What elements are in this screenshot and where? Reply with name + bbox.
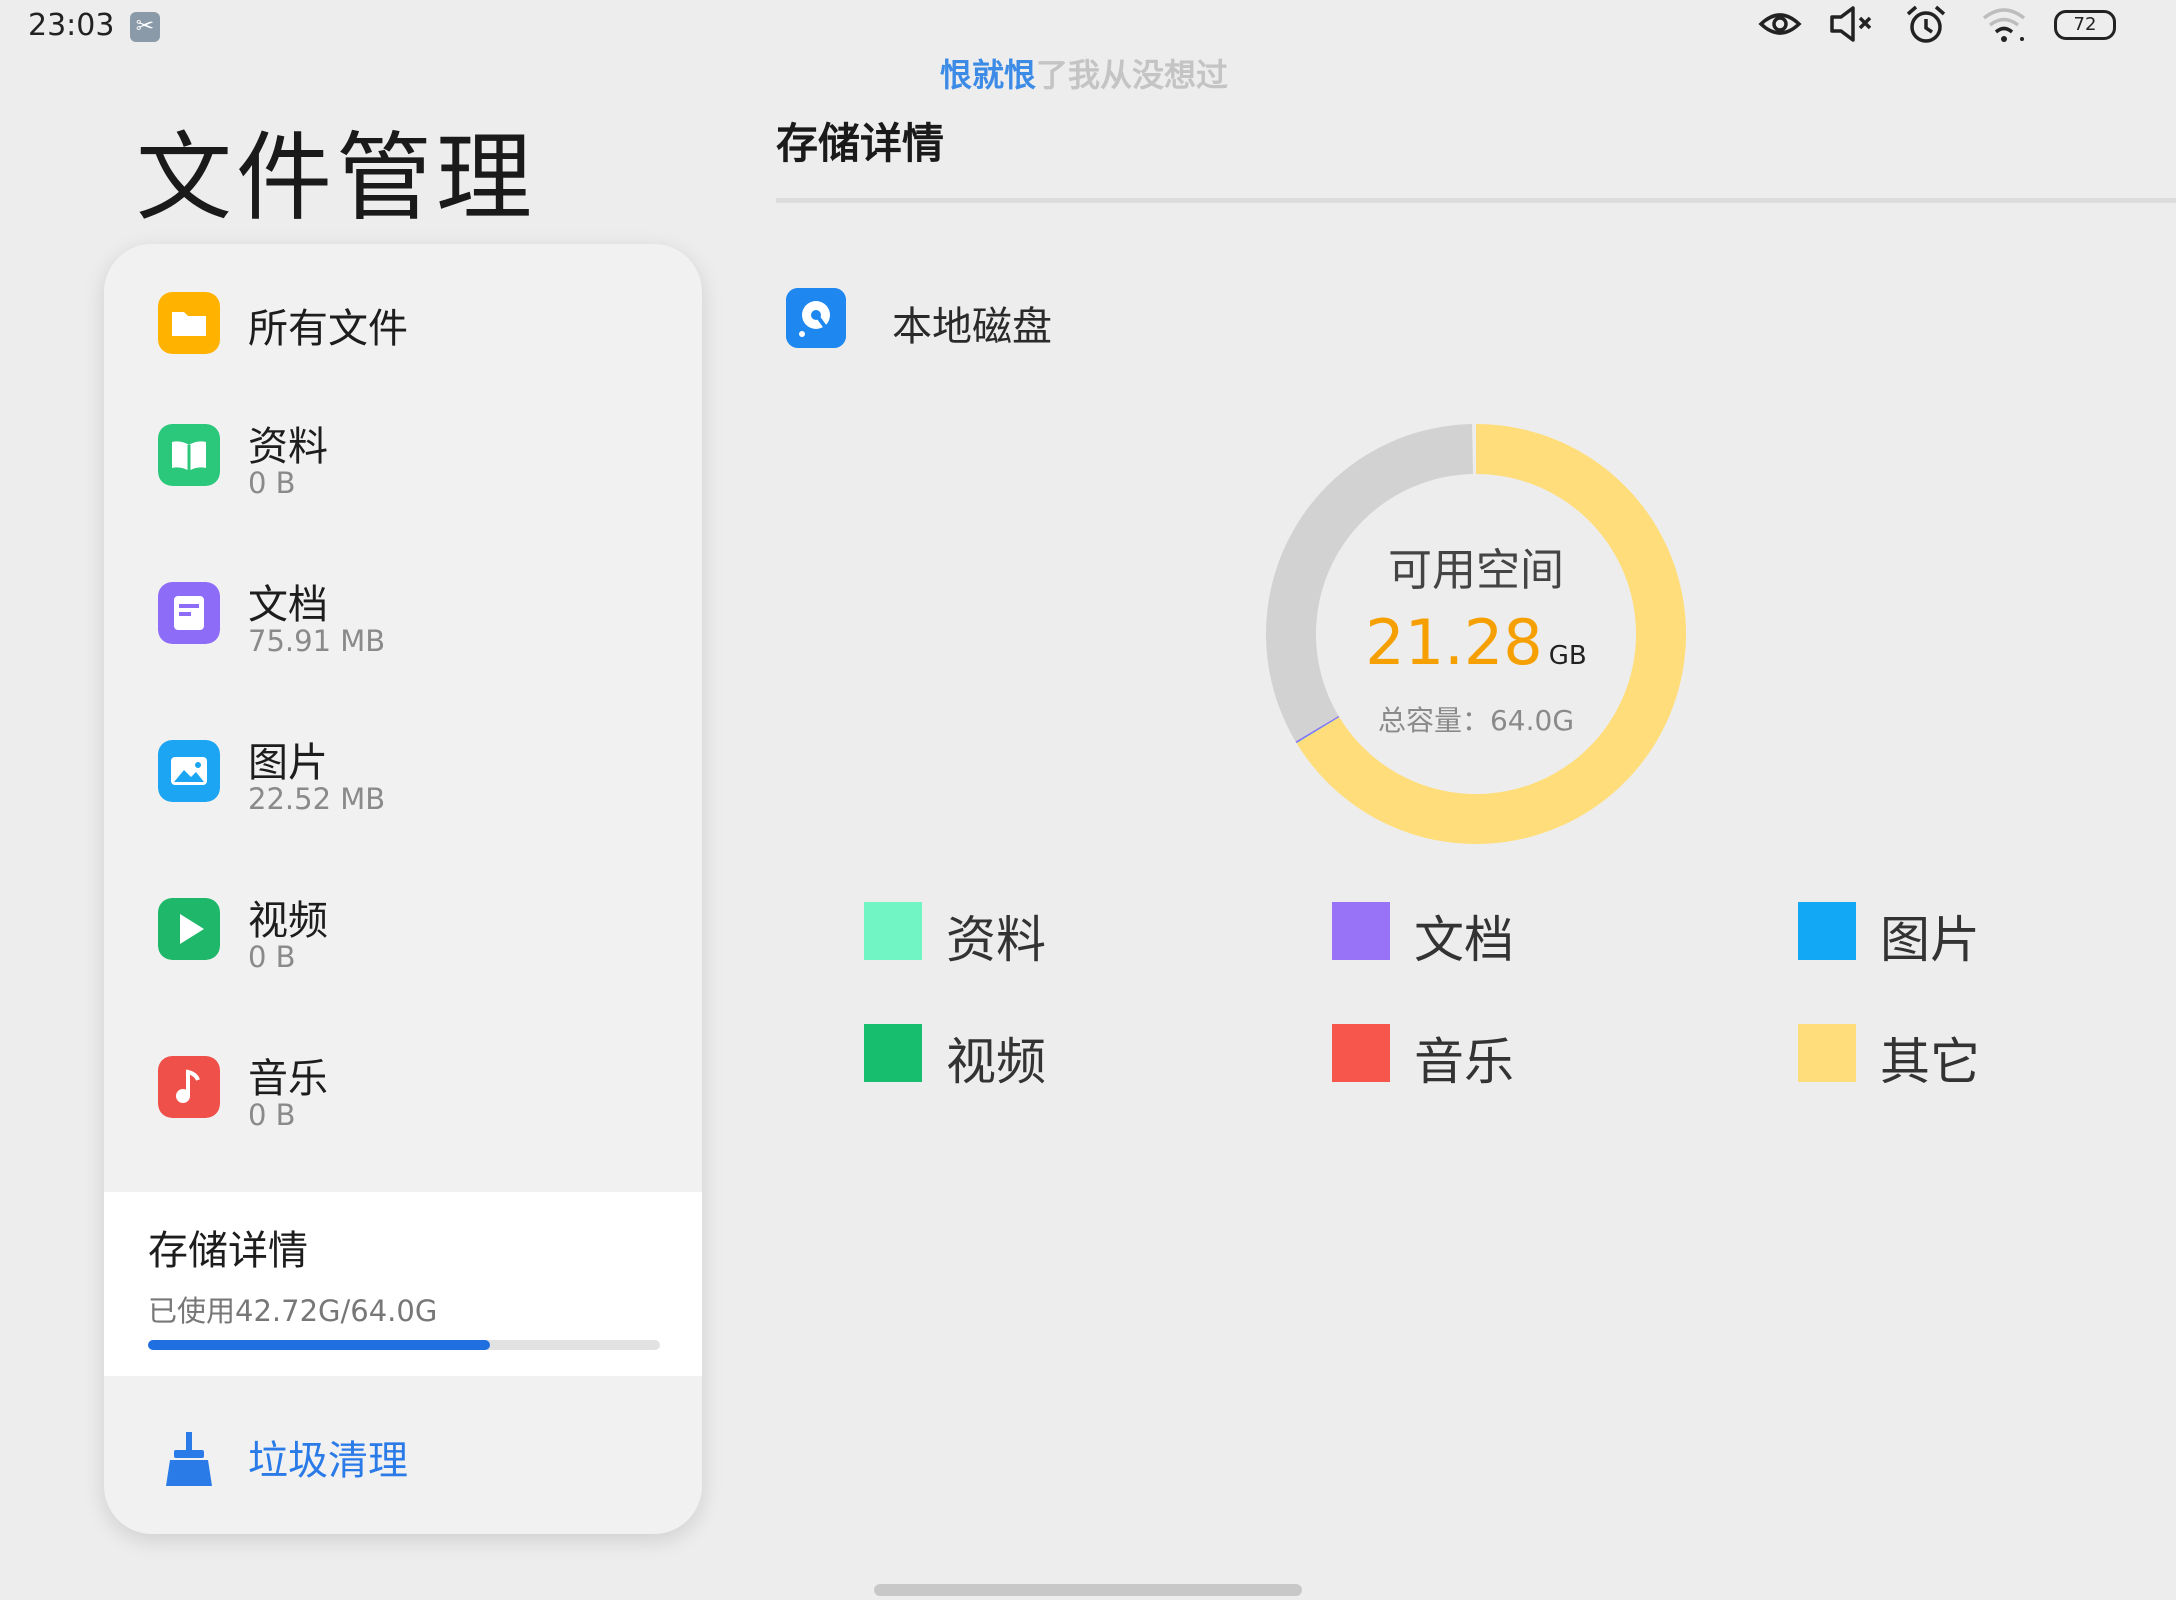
local-disk-label[interactable]: 本地磁盘 — [892, 294, 1052, 352]
legend-swatch — [1798, 902, 1856, 960]
donut-center: 可用空间 21.28 GB 总容量：64.0G — [1320, 534, 1632, 739]
junk-cleanup-label: 垃圾清理 — [248, 1438, 408, 1484]
sidebar-item-label: 文档 — [248, 582, 328, 628]
legend-label: 资料 — [946, 911, 1046, 969]
sidebar-item-size: 0 B — [248, 940, 296, 974]
home-indicator[interactable] — [874, 1584, 1302, 1596]
free-space-number: 21.28 — [1365, 606, 1543, 679]
page-heading: 存储详情 — [776, 119, 945, 168]
folder-icon — [158, 292, 220, 354]
sidebar-item-size: 0 B — [248, 466, 296, 500]
sidebar-item-label: 音乐 — [248, 1056, 328, 1102]
sidebar-item-storage-details[interactable]: 存储详情 已使用42.72G/64.0G — [104, 1192, 702, 1376]
play-icon — [158, 898, 220, 960]
lyric-overlay: 恨就恨了我从没想过 — [940, 50, 1228, 96]
sidebar-item-materials[interactable]: 资料 0 B — [104, 374, 702, 514]
legend-swatch — [1332, 1024, 1390, 1082]
sidebar-item-size: 22.52 MB — [248, 782, 386, 816]
lyric-rest: 了我从没想过 — [1036, 56, 1229, 94]
heading-divider — [776, 198, 2176, 203]
storage-progress-bar — [148, 1340, 660, 1350]
sidebar-item-music[interactable]: 音乐 0 B — [104, 1006, 702, 1146]
sidebar-item-label: 资料 — [248, 424, 328, 470]
sidebar: 所有文件 资料 0 B 文档 75.91 MB 图片 22.52 MB 视频 0… — [104, 244, 702, 1534]
junk-cleanup-button[interactable]: 垃圾清理 — [104, 1384, 702, 1534]
sidebar-item-size: 0 B — [248, 1098, 296, 1132]
sidebar-item-label: 所有文件 — [248, 306, 408, 352]
legend-label: 其它 — [1880, 1033, 1980, 1091]
eye-icon — [1758, 13, 1802, 35]
alarm-icon — [1906, 5, 1946, 43]
disk-icon[interactable] — [786, 288, 846, 348]
storage-details-title: 存储详情 — [148, 1228, 308, 1274]
lyric-highlighted: 恨就恨 — [940, 56, 1037, 94]
sidebar-item-label: 视频 — [248, 898, 328, 944]
sidebar-item-all-files[interactable]: 所有文件 — [104, 244, 702, 384]
sidebar-item-size: 75.91 MB — [248, 624, 386, 658]
legend-label: 图片 — [1880, 911, 1980, 969]
wifi-icon — [1982, 8, 2026, 42]
legend-label: 视频 — [946, 1033, 1046, 1091]
mute-icon — [1830, 6, 1872, 42]
free-space-value: 21.28 GB — [1320, 606, 1632, 679]
scissors-icon: ✂ — [130, 12, 160, 42]
free-space-label: 可用空间 — [1388, 545, 1564, 596]
battery-icon: 72 — [2054, 10, 2116, 40]
book-icon — [158, 424, 220, 486]
legend-swatch — [1798, 1024, 1856, 1082]
legend-label: 音乐 — [1414, 1033, 1514, 1091]
free-space-unit: GB — [1548, 641, 1587, 671]
sidebar-item-label: 图片 — [248, 740, 328, 786]
storage-progress-fill — [148, 1340, 490, 1350]
document-icon — [158, 582, 220, 644]
legend-swatch — [864, 902, 922, 960]
app-title: 文件管理 — [136, 122, 536, 234]
sidebar-item-videos[interactable]: 视频 0 B — [104, 848, 702, 988]
broom-icon — [166, 1432, 212, 1486]
image-icon — [158, 740, 220, 802]
storage-used-text: 已使用42.72G/64.0G — [148, 1294, 438, 1328]
status-time: 23:03 — [28, 8, 115, 43]
music-icon — [158, 1056, 220, 1118]
total-capacity-label: 总容量：64.0G — [1377, 704, 1575, 737]
legend-label: 文档 — [1414, 911, 1514, 969]
legend-swatch — [1332, 902, 1390, 960]
sidebar-item-documents[interactable]: 文档 75.91 MB — [104, 532, 702, 672]
sidebar-item-images[interactable]: 图片 22.52 MB — [104, 690, 702, 830]
legend-swatch — [864, 1024, 922, 1082]
